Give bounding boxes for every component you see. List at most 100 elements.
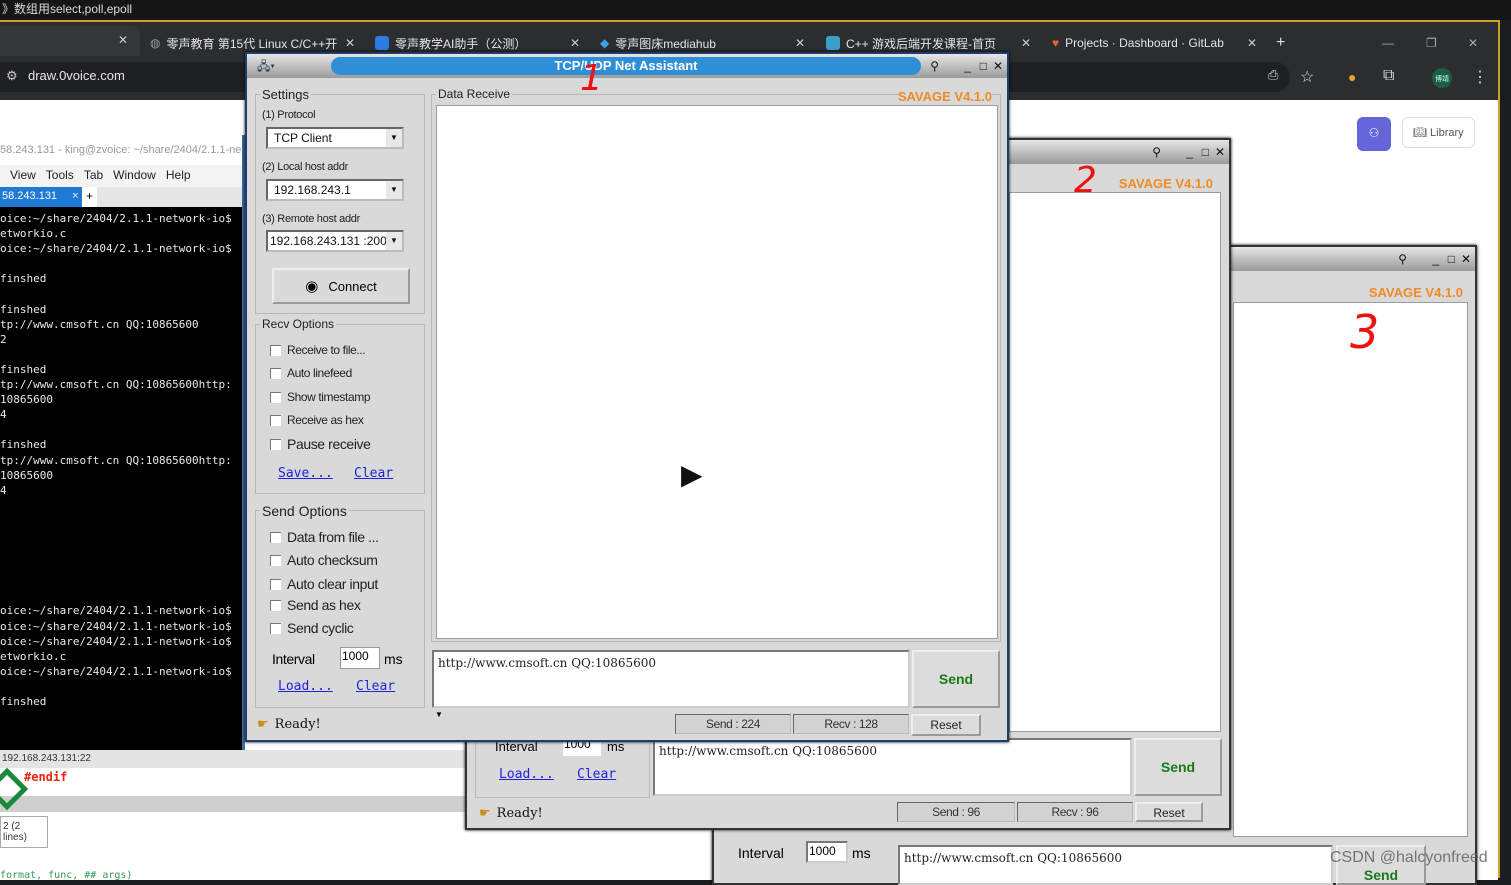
code-line: format, func, ## args) [0,870,133,881]
terminal-window: 58.243.131 - king@zvoice: ~/share/2404/2… [0,135,245,750]
reset-button[interactable]: Reset [1135,802,1203,822]
close-tab-icon[interactable]: × [72,190,78,202]
minimize-icon[interactable]: _ [1432,252,1439,266]
install-app-icon[interactable]: ⎙ [1268,67,1278,83]
clear-receive-link[interactable]: Clear [354,466,393,481]
pointing-hand-icon: ☛ [257,717,269,732]
close-icon[interactable]: ✕ [1461,252,1471,266]
settings-group: Settings (1) Protocol TCP Client ▼ (2) Lo… [255,87,425,314]
minimize-icon[interactable]: _ [1186,145,1193,159]
menu-tab[interactable]: Tab [84,168,103,187]
bookmark-star-icon[interactable]: ☆ [1300,67,1314,87]
session-label: 58.243.131 [2,190,58,202]
ms-label: ms [852,845,871,861]
pointing-hand-icon: ☛ [479,806,491,821]
data-receive-area[interactable] [1233,302,1468,837]
terminal-output[interactable]: oice:~/share/2404/2.1.1-network-io$ etwo… [0,207,242,709]
tab-close-icon[interactable]: ✕ [1021,36,1031,50]
pin-icon[interactable]: ⚲ [1152,145,1161,159]
tab-close-icon[interactable]: ✕ [118,33,128,47]
remote-host-input[interactable]: 192.168.243.131 :2000 ▼ [266,230,404,252]
library-button[interactable]: 📖︎ Library [1402,117,1475,148]
globe-icon: ◍ [150,36,161,50]
send-as-hex-checkbox[interactable]: Send as hex [270,597,361,613]
close-icon[interactable]: ✕ [993,59,1003,73]
tab-label: Projects · Dashboard · GitLab [1065,36,1224,50]
close-icon[interactable]: ✕ [1215,145,1225,159]
local-host-value: 192.168.243.1 [274,183,351,197]
extension-icon[interactable]: ● [1348,69,1356,85]
settings-legend: Settings [260,87,311,102]
tab-active[interactable]: ✕ [0,26,140,56]
show-timestamp-checkbox[interactable]: Show timestamp [270,390,371,404]
protocol-select[interactable]: TCP Client ▼ [266,127,404,149]
menu-view[interactable]: View [10,168,36,187]
menu-tools[interactable]: Tools [46,168,74,187]
send-button[interactable]: Send [1134,738,1222,796]
connect-button[interactable]: ◉ Connect [272,268,410,304]
clear-link[interactable]: Clear [577,767,616,782]
editor-line: #endif [24,770,68,784]
interval-input[interactable]: 1000 [340,647,380,669]
profile-avatar[interactable]: 博靖 [1432,68,1452,88]
new-tab-button[interactable]: + [1276,30,1285,56]
url-text: draw.0voice.com [28,68,125,83]
interval-input[interactable]: 1000 [806,841,848,863]
protocol-value: TCP Client [274,131,332,145]
chevron-down-icon: ▼ [386,129,402,147]
restore-button[interactable]: ❐ [1426,30,1437,56]
site-settings-icon[interactable]: ⚙ [6,68,18,84]
load-link[interactable]: Load... [278,679,333,694]
tab-gitlab[interactable]: ♥ Projects · Dashboard · GitLab ✕ [1052,30,1257,56]
tab-close-icon[interactable]: ✕ [570,36,580,50]
menu-window[interactable]: Window [113,168,156,187]
pin-icon[interactable]: ⚲ [930,59,939,73]
receive-to-file-checkbox[interactable]: Receive to file... [270,343,366,357]
maximize-icon[interactable]: □ [1202,145,1209,159]
app-menu-icon[interactable]: 🖧▾ [257,57,275,78]
status-label: Ready! [274,717,321,732]
minimize-button[interactable]: — [1382,30,1394,56]
auto-clear-input-checkbox[interactable]: Auto clear input [270,576,378,592]
maximize-icon[interactable]: □ [980,59,987,73]
auto-checksum-checkbox[interactable]: Auto checksum [270,552,378,568]
interval-label: Interval [738,845,784,861]
terminal-session-tab[interactable]: 58.243.131 × [0,187,82,207]
send-cyclic-checkbox[interactable]: Send cyclic [270,620,354,636]
remote-host-label: (3) Remote host addr [262,213,360,225]
send-input[interactable]: http://www.cmsoft.cn QQ:10865600 [653,738,1132,796]
tab-close-icon[interactable]: ✕ [345,36,355,50]
menu-kebab-icon[interactable]: ⋮ [1472,67,1488,87]
book-icon: 📖︎ [1413,127,1431,139]
minimize-icon[interactable]: _ [964,59,971,73]
close-button[interactable]: ✕ [1468,30,1478,56]
new-session-button[interactable]: + [82,187,98,207]
maximize-icon[interactable]: □ [1448,252,1455,266]
collaborators-button[interactable]: ⚇ [1357,117,1391,151]
send-button[interactable]: Send [912,650,1000,708]
pause-receive-checkbox[interactable]: Pause receive [270,436,371,452]
protocol-label: (1) Protocol [262,109,316,121]
save-link[interactable]: Save... [278,466,333,481]
load-link[interactable]: Load... [499,767,554,782]
tab-close-icon[interactable]: ✕ [795,36,805,50]
send-input[interactable]: http://www.cmsoft.cn QQ:10865600 [432,650,910,708]
local-host-select[interactable]: 192.168.243.1 ▼ [266,179,404,201]
play-icon[interactable]: ▶ [681,458,703,491]
clear-send-link[interactable]: Clear [356,679,395,694]
data-receive-area[interactable] [1009,192,1221,732]
dropdown-arrow-icon[interactable]: ▼ [435,710,443,719]
auto-linefeed-checkbox[interactable]: Auto linefeed [270,366,352,380]
pin-icon[interactable]: ⚲ [1398,252,1407,266]
receive-as-hex-checkbox[interactable]: Receive as hex [270,413,364,427]
menu-help[interactable]: Help [166,168,191,187]
data-receive-area[interactable]: ▶ [436,105,998,639]
title-bar[interactable]: 🖧▾ TCP/UDP Net Assistant ⚲ _ □ ✕ [247,54,1007,78]
send-options-group: Send Options Data from file ... Auto che… [255,503,425,708]
watermark: CSDN @halcyonfreed [1330,849,1488,866]
tab-close-icon[interactable]: ✕ [1247,36,1257,50]
send-input[interactable]: http://www.cmsoft.cn QQ:10865600 [898,845,1333,885]
reset-button[interactable]: Reset [911,714,981,736]
data-from-file-checkbox[interactable]: Data from file ... [270,529,379,545]
extensions-puzzle-icon[interactable]: ⧉ [1383,67,1394,85]
